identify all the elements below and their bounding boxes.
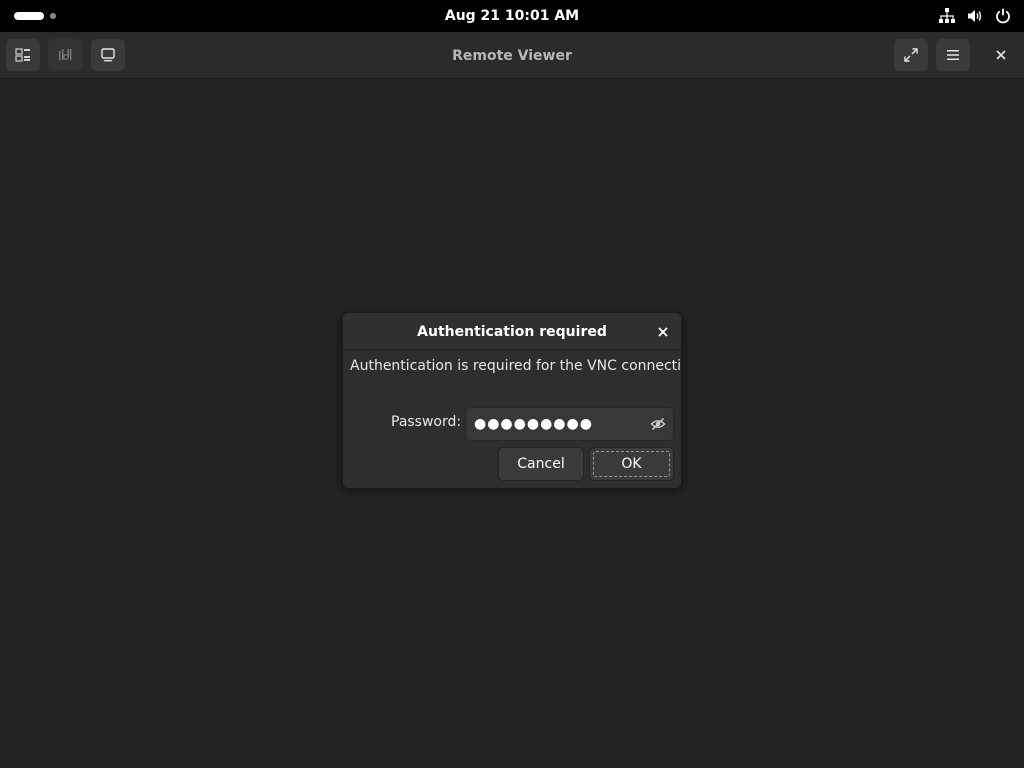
reveal-password-toggle[interactable] [649, 415, 667, 433]
display-switch-icon [15, 48, 30, 62]
fullscreen-button[interactable] [894, 39, 928, 71]
window-title-container: Remote Viewer [0, 32, 1024, 79]
dialog-header: Authentication required [343, 313, 681, 350]
eye-hidden-icon [650, 417, 666, 431]
password-field[interactable]: ●●●●●●●●● [465, 407, 674, 441]
authentication-dialog: Authentication required Authentication i… [342, 312, 682, 489]
fullscreen-icon [904, 48, 918, 62]
dialog-close-button[interactable] [653, 322, 673, 342]
power-icon[interactable] [994, 7, 1012, 25]
system-top-bar: Aug 21 10:01 AM [0, 0, 1024, 32]
active-workspace-indicator [14, 12, 44, 20]
display-switch-button[interactable] [6, 39, 40, 71]
dialog-message: Authentication is required for the VNC c… [350, 358, 682, 374]
usb-redirect-button[interactable] [48, 39, 82, 71]
dialog-title: Authentication required [417, 323, 607, 340]
ok-button-label: OK [621, 456, 642, 472]
screen-icon [101, 48, 115, 62]
close-icon [996, 50, 1006, 60]
clock-container: Aug 21 10:01 AM [0, 0, 1024, 32]
hamburger-menu-icon [947, 50, 959, 60]
clock[interactable]: Aug 21 10:01 AM [439, 4, 585, 28]
window-close-button[interactable] [984, 39, 1018, 71]
cancel-button[interactable]: Cancel [498, 447, 584, 481]
password-value: ●●●●●●●●● [474, 416, 593, 432]
window-title: Remote Viewer [452, 47, 572, 64]
close-icon [658, 327, 668, 337]
system-tray[interactable] [938, 6, 1012, 26]
volume-icon[interactable] [966, 7, 984, 25]
activities-indicator[interactable] [14, 11, 62, 21]
ok-button[interactable]: OK [589, 447, 674, 481]
usb-redirect-icon [59, 49, 72, 61]
network-icon[interactable] [938, 7, 956, 25]
screen-button[interactable] [91, 39, 125, 71]
window-header-bar: Remote Viewer [0, 32, 1024, 79]
main-menu-button[interactable] [936, 39, 970, 71]
workspace-dot [50, 13, 56, 19]
password-label: Password: [391, 414, 462, 430]
